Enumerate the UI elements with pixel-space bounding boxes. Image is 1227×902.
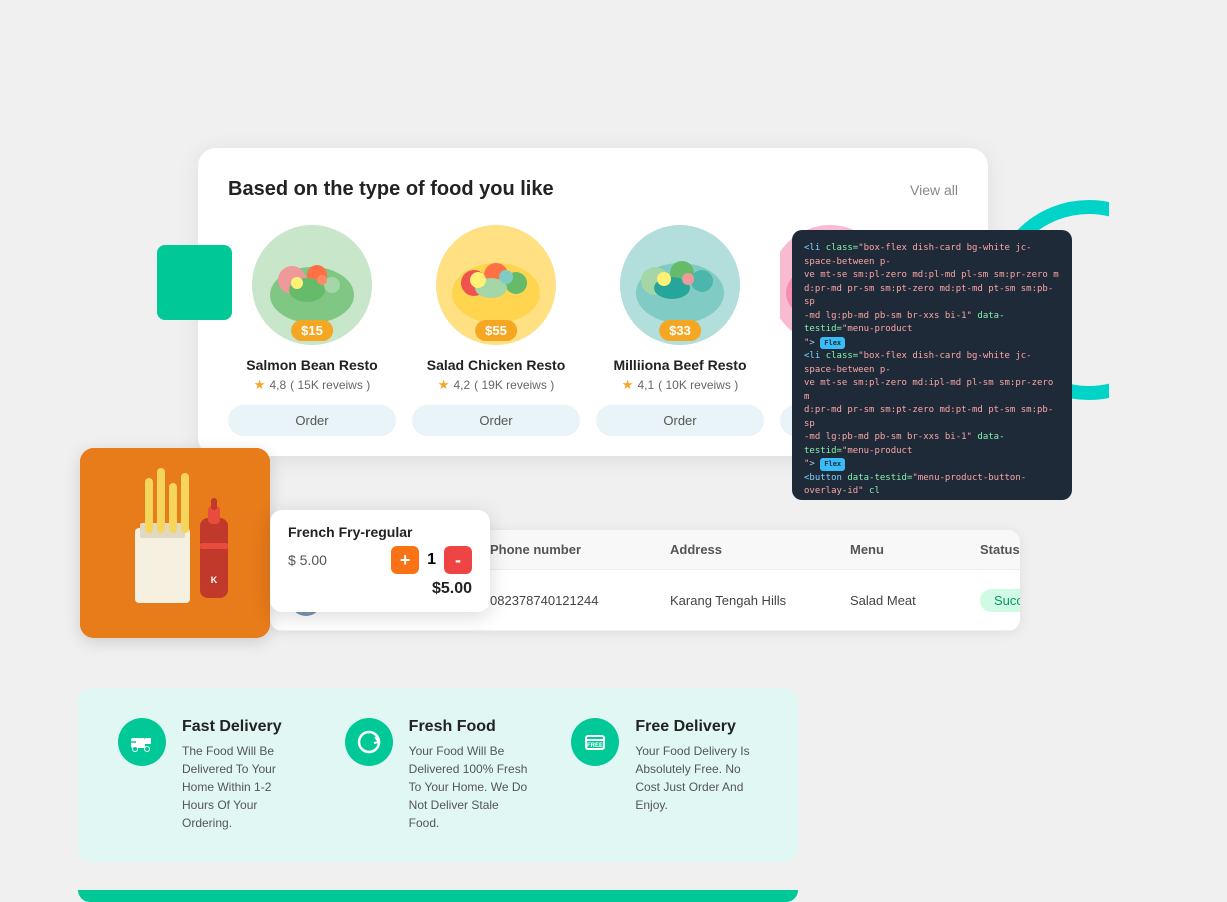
col-header-menu: Menu — [850, 542, 980, 557]
price-badge-2: $55 — [475, 320, 517, 341]
menu-cell: Salad Meat — [850, 593, 980, 608]
feature-title-free: Free Delivery — [635, 718, 758, 736]
rating-value-2: 4,2 — [453, 378, 470, 392]
food-name-2: Salad Chicken Resto — [427, 357, 566, 373]
view-all-link[interactable]: View all — [910, 182, 958, 198]
food-rating-2: ★ 4,2 ( 19K reveiws ) — [438, 377, 554, 393]
green-square-decoration — [157, 245, 232, 320]
feature-desc-free: Your Food Delivery Is Absolutely Free. N… — [635, 742, 758, 814]
food-name-1: Salmon Bean Resto — [246, 357, 377, 373]
rating-value-3: 4,1 — [637, 378, 654, 392]
star-icon-1: ★ — [254, 377, 266, 393]
feature-title-fresh: Fresh Food — [409, 718, 532, 736]
food-image-wrap-2: $55 — [436, 225, 556, 345]
feature-desc-fresh: Your Food Will Be Delivered 100% Fresh T… — [409, 742, 532, 832]
address-cell: Karang Tengah Hills — [670, 593, 850, 608]
order-popup: French Fry-regular $ 5.00 + 1 - $5.00 — [270, 510, 490, 612]
order-button-2[interactable]: Order — [412, 405, 580, 436]
food-rating-1: ★ 4,8 ( 15K reveiws ) — [254, 377, 370, 393]
svg-text:K: K — [211, 575, 218, 585]
free-icon: FREE — [571, 718, 619, 766]
rating-value-1: 4,8 — [269, 378, 286, 392]
code-panel: <li class="box-flex dish-card bg-white j… — [792, 230, 1072, 500]
star-icon-3: ★ — [622, 377, 634, 393]
price-badge-1: $15 — [291, 320, 333, 341]
food-photo-card: K — [80, 448, 270, 638]
feature-content-fast: Fast Delivery The Food Will Be Delivered… — [182, 718, 305, 832]
order-button-1[interactable]: Order — [228, 405, 396, 436]
feature-free-delivery: FREE Free Delivery Your Food Delivery Is… — [571, 718, 758, 832]
popup-total: $5.00 — [288, 580, 472, 598]
popup-unit-price: $ 5.00 — [288, 552, 327, 568]
food-item-3: $33 Milliiona Beef Resto ★ 4,1 ( 10K rev… — [596, 225, 764, 436]
food-item-2: $55 Salad Chicken Resto ★ 4,2 ( 19K reve… — [412, 225, 580, 436]
card-header: Based on the type of food you like View … — [228, 178, 958, 201]
feature-title-fast: Fast Delivery — [182, 718, 305, 736]
feature-desc-fast: The Food Will Be Delivered To Your Home … — [182, 742, 305, 832]
food-image-wrap-3: $33 — [620, 225, 740, 345]
qty-minus-button[interactable]: - — [444, 546, 472, 574]
rating-reviews-3: ( 10K reveiws ) — [658, 378, 738, 392]
food-image-wrap-1: $15 — [252, 225, 372, 345]
popup-price-row: $ 5.00 + 1 - — [288, 546, 472, 574]
cyan-bottom-stripe — [78, 890, 798, 902]
card-title: Based on the type of food you like — [228, 178, 554, 201]
status-cell: Successfull — [980, 593, 1020, 608]
quantity-control: + 1 - — [391, 546, 472, 574]
feature-fast-delivery: Fast Delivery The Food Will Be Delivered… — [118, 718, 305, 832]
status-badge: Successfull — [980, 589, 1020, 612]
food-name-3: Milliiona Beef Resto — [613, 357, 746, 373]
feature-fresh-food: Fresh Food Your Food Will Be Delivered 1… — [345, 718, 532, 832]
order-button-3[interactable]: Order — [596, 405, 764, 436]
features-section: Fast Delivery The Food Will Be Delivered… — [78, 688, 798, 862]
feature-content-fresh: Fresh Food Your Food Will Be Delivered 1… — [409, 718, 532, 832]
food-item-1: $15 Salmon Bean Resto ★ 4,8 ( 15K reveiw… — [228, 225, 396, 436]
food-rating-3: ★ 4,1 ( 10K reveiws ) — [622, 377, 738, 393]
price-badge-3: $33 — [659, 320, 701, 341]
qty-value: 1 — [427, 551, 436, 569]
col-header-address: Address — [670, 542, 850, 557]
svg-text:FREE: FREE — [587, 743, 603, 749]
col-header-phone: Phone number — [490, 542, 670, 557]
qty-plus-button[interactable]: + — [391, 546, 419, 574]
feature-content-free: Free Delivery Your Food Delivery Is Abso… — [635, 718, 758, 814]
rating-reviews-2: ( 19K reveiws ) — [474, 378, 554, 392]
rating-reviews-1: ( 15K reveiws ) — [290, 378, 370, 392]
phone-cell: 082378740121244 — [490, 593, 670, 608]
star-icon-2: ★ — [438, 377, 450, 393]
fresh-icon — [345, 718, 393, 766]
popup-product-name: French Fry-regular — [288, 524, 472, 540]
col-header-status: Status — [980, 542, 1020, 557]
delivery-icon — [118, 718, 166, 766]
